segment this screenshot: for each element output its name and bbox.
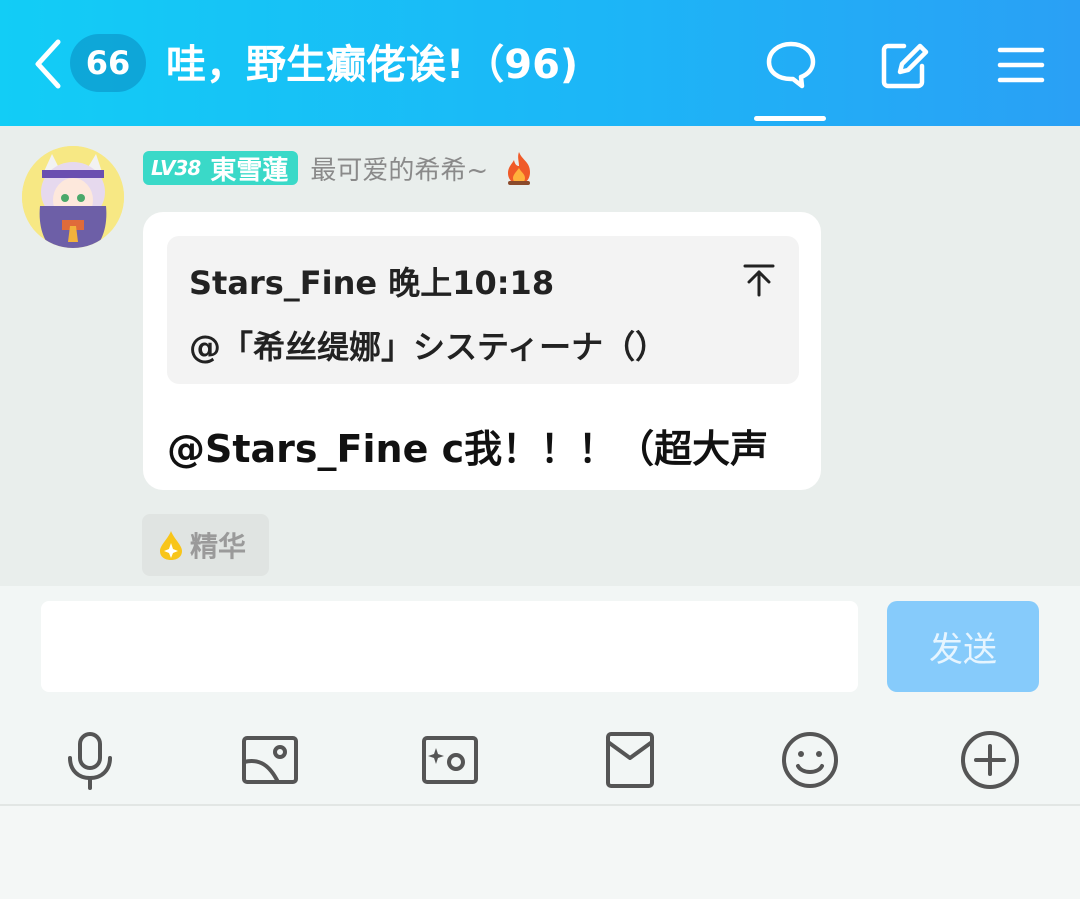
essence-tag[interactable]: 精华: [142, 514, 269, 576]
chat-title[interactable]: 哇，野生癫佬诶!（96): [166, 38, 578, 92]
chat-tab-button[interactable]: [764, 38, 818, 92]
camera-button[interactable]: [418, 728, 482, 792]
avatar[interactable]: [22, 146, 124, 248]
back-arrow-icon: [35, 39, 61, 89]
level-label: LV38: [151, 156, 201, 180]
message-bubble[interactable]: Stars_Fine 晚上10:18 @「希丝缇娜」システィーナ（） @Star…: [143, 212, 821, 490]
voice-button[interactable]: [58, 728, 122, 792]
sender-name: 東雪蓮: [210, 155, 289, 186]
message-list[interactable]: LV38 東雪蓮 最可爱的希希~ Stars_Fine 晚上10:18 @「希丝…: [0, 126, 1080, 586]
menu-button[interactable]: [994, 38, 1048, 92]
edit-button[interactable]: [878, 38, 932, 92]
chat-header: 66 哇，野生癫佬诶!（96): [0, 0, 1080, 126]
jump-to-quote-icon[interactable]: [741, 262, 777, 298]
keyboard-area: [0, 808, 1080, 899]
image-icon: [242, 736, 298, 784]
plus-icon: [961, 731, 1019, 789]
unread-count-badge[interactable]: 66: [70, 34, 146, 92]
microphone-icon: [68, 732, 112, 790]
red-packet-icon: [606, 732, 654, 788]
level-tag[interactable]: LV38 東雪蓮: [143, 151, 299, 186]
back-button[interactable]: [28, 36, 68, 92]
camera-icon: [422, 736, 478, 784]
fire-icon: [508, 152, 531, 185]
send-button[interactable]: 发送: [887, 601, 1039, 692]
emoji-icon: [782, 732, 838, 788]
input-bar: 发送: [0, 586, 1080, 708]
chat-bubble-icon: [766, 41, 816, 89]
avatar-image: [22, 146, 124, 248]
quote-header: Stars_Fine 晚上10:18: [189, 264, 555, 302]
edit-icon: [881, 43, 929, 89]
input-toolbar: [0, 708, 1080, 806]
menu-icon: [997, 47, 1045, 83]
droplet-icon: [160, 531, 182, 560]
chat-screen: 66 哇，野生癫佬诶!（96) LV38 東雪蓮 最可爱的希希~ Stars_F…: [0, 0, 1080, 899]
more-button[interactable]: [958, 728, 1022, 792]
sender-meta: LV38 東雪蓮 最可爱的希希~: [143, 150, 536, 186]
message-input[interactable]: [41, 601, 858, 692]
quote-text: @「希丝缇娜」システィーナ（）: [189, 328, 668, 366]
sender-title: 最可爱的希希~: [310, 155, 489, 186]
emoji-button[interactable]: [778, 728, 842, 792]
image-button[interactable]: [238, 728, 302, 792]
quoted-message[interactable]: Stars_Fine 晚上10:18 @「希丝缇娜」システィーナ（）: [167, 236, 799, 384]
essence-label: 精华: [190, 530, 247, 563]
red-packet-button[interactable]: [598, 728, 662, 792]
message-text: @Stars_Fine c我！！！（超大声: [167, 427, 769, 471]
active-tab-indicator: [754, 116, 826, 121]
